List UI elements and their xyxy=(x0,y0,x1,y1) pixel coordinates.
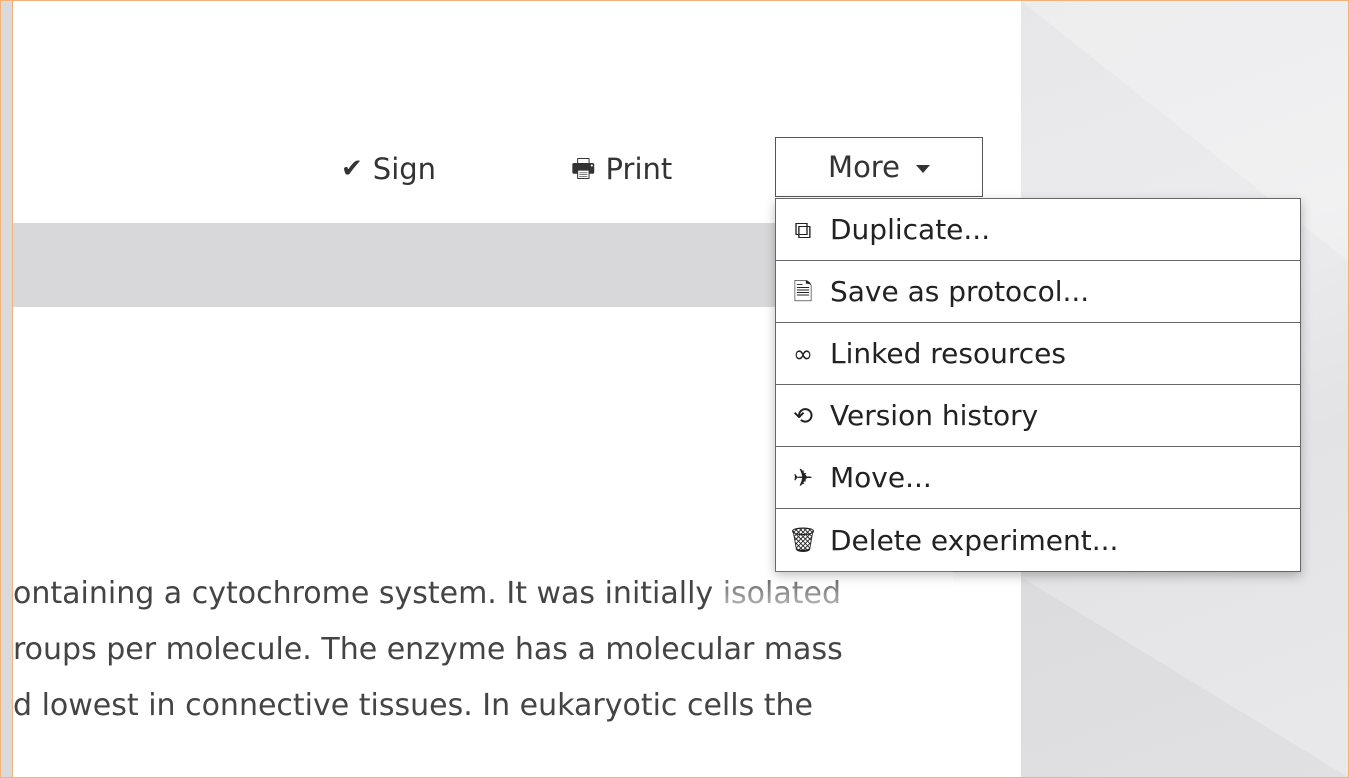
caret-down-icon xyxy=(915,165,930,173)
page-frame: ✔ Sign 🖶 Print More ⧉ Duplicate... 🗎 Sav… xyxy=(0,0,1349,778)
menu-item-label: Save as protocol... xyxy=(830,275,1090,308)
sign-label: Sign xyxy=(372,152,437,186)
more-menu: ⧉ Duplicate... 🗎 Save as protocol... ∞ L… xyxy=(775,198,1301,572)
menu-item-delete-experiment[interactable]: 🗑 Delete experiment... xyxy=(776,509,1300,571)
menu-item-save-as-protocol[interactable]: 🗎 Save as protocol... xyxy=(776,261,1300,323)
experiment-description: ontaining a cytochrome system. It was in… xyxy=(13,566,1013,734)
printer-icon: 🖶 xyxy=(571,154,596,184)
history-icon: ⟲ xyxy=(792,401,814,430)
more-label: More xyxy=(828,150,900,184)
menu-item-duplicate[interactable]: ⧉ Duplicate... xyxy=(776,199,1300,261)
menu-item-label: Delete experiment... xyxy=(830,523,1119,557)
menu-item-linked-resources[interactable]: ∞ Linked resources xyxy=(776,323,1300,385)
text-line: d lowest in connective tissues. In eukar… xyxy=(13,688,813,723)
menu-item-label: Linked resources xyxy=(830,337,1066,370)
text-line: ontaining a cytochrome system. It was in… xyxy=(13,566,1013,622)
checkmark-icon: ✔ xyxy=(341,154,363,184)
menu-item-label: Move... xyxy=(830,461,932,494)
menu-item-version-history[interactable]: ⟲ Version history xyxy=(776,385,1300,447)
print-label: Print xyxy=(605,152,673,186)
left-rail xyxy=(1,1,13,777)
sign-button[interactable]: ✔ Sign xyxy=(341,149,436,189)
menu-item-move[interactable]: ✈ Move... xyxy=(776,447,1300,509)
menu-item-label: Duplicate... xyxy=(830,213,991,246)
text-line: roups per molecule. The enzyme has a mol… xyxy=(13,632,843,667)
more-dropdown-button[interactable]: More xyxy=(775,137,983,197)
document-icon: 🗎 xyxy=(793,277,813,306)
trash-icon: 🗑 xyxy=(788,526,819,554)
link-icon: ∞ xyxy=(793,339,813,368)
duplicate-icon: ⧉ xyxy=(794,215,812,244)
print-button[interactable]: 🖶 Print xyxy=(571,149,672,189)
background-facet xyxy=(1021,577,1348,777)
plane-icon: ✈ xyxy=(792,463,814,492)
menu-item-label: Version history xyxy=(830,399,1039,432)
